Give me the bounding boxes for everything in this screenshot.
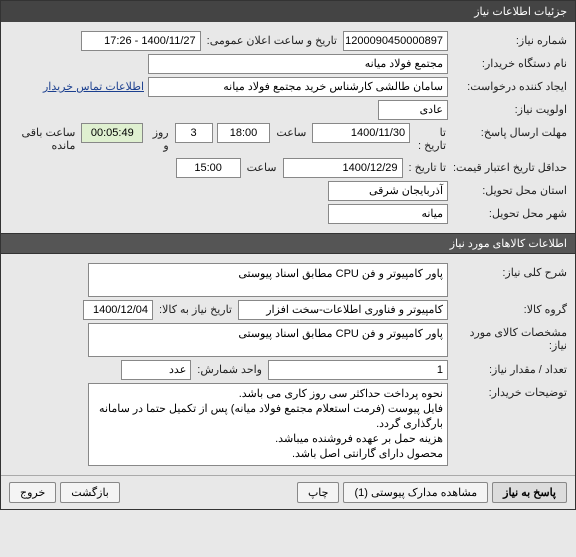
days-and-label: روز و (147, 123, 170, 155)
qty-label: تعداد / مقدار نیاز: (452, 360, 567, 376)
buyer-label: نام دستگاه خریدار: (452, 54, 567, 70)
need-number-label: شماره نیاز: (452, 31, 567, 47)
unit-value: عدد (121, 360, 191, 380)
desc-label: شرح کلی نیاز: (452, 263, 567, 279)
deadline-time-label: ساعت (274, 123, 308, 142)
notes-label: توضیحات خریدار: (452, 383, 567, 399)
validity-time-value: 15:00 (176, 158, 241, 178)
unit-label: واحد شمارش: (195, 360, 264, 379)
dialog-title: جزئیات اطلاعات نیاز (474, 6, 567, 18)
city-value: میانه (328, 204, 448, 224)
validity-time-label: ساعت (245, 158, 279, 177)
validity-date-value: 1400/12/29 (283, 158, 403, 178)
creator-label: ایجاد کننده درخواست: (452, 77, 567, 93)
buyer-value: مجتمع فولاد میانه (148, 54, 448, 74)
dialog-footer: پاسخ به نیاز مشاهده مدارک پیوستی (1) چاپ… (1, 475, 575, 509)
need-date-label: تاریخ نیاز به کالا: (157, 300, 234, 319)
respond-button[interactable]: پاسخ به نیاز (492, 482, 567, 503)
remaining-time-value: 00:05:49 (81, 123, 143, 143)
remaining-days-value: 3 (175, 123, 213, 143)
need-info-section: شماره نیاز: 1200090450000897 تاریخ و ساع… (1, 22, 575, 233)
priority-label: اولویت نیاز: (452, 100, 567, 116)
priority-value: عادی (378, 100, 448, 120)
validity-to-label: تا تاریخ : (407, 158, 448, 177)
province-value: آذربایجان شرقی (328, 181, 448, 201)
spec-label: مشخصات کالای مورد نیاز: (452, 323, 567, 352)
city-label: شهر محل تحویل: (452, 204, 567, 220)
announce-value: 1400/11/27 - 17:26 (81, 31, 201, 51)
qty-value: 1 (268, 360, 448, 380)
creator-value: سامان طالشی کارشناس خرید مجتمع فولاد میا… (148, 77, 448, 97)
buyer-contact-link[interactable]: اطلاعات تماس خریدار (43, 77, 144, 93)
validity-label: حداقل تاریخ اعتبار قیمت: (452, 158, 567, 174)
notes-value: نحوه پرداخت حداکثر سی روز کاری می باشد. … (88, 383, 448, 466)
need-number-value: 1200090450000897 (343, 31, 448, 51)
remaining-label: ساعت باقی مانده (9, 123, 77, 155)
print-button[interactable]: چاپ (297, 482, 340, 503)
group-label: گروه کالا: (452, 300, 567, 316)
desc-value: پاور کامپیوتر و فن CPU مطابق اسناد پیوست… (88, 263, 448, 297)
deadline-label: مهلت ارسال پاسخ: (452, 123, 567, 139)
attachments-button[interactable]: مشاهده مدارک پیوستی (1) (343, 482, 488, 503)
dialog-titlebar: جزئیات اطلاعات نیاز (1, 1, 575, 22)
group-value: کامپیوتر و فناوری اطلاعات-سخت افزار (238, 300, 448, 320)
announce-label: تاریخ و ساعت اعلان عمومی: (205, 31, 339, 50)
deadline-time-value: 18:00 (217, 123, 271, 143)
spec-value: پاور کامپیوتر و فن CPU مطابق اسناد پیوست… (88, 323, 448, 357)
deadline-to-label: تا تاریخ : (414, 123, 448, 155)
goods-section: شرح کلی نیاز: پاور کامپیوتر و فن CPU مطا… (1, 254, 575, 475)
province-label: استان محل تحویل: (452, 181, 567, 197)
need-date-value: 1400/12/04 (83, 300, 153, 320)
back-button[interactable]: بازگشت (60, 482, 120, 503)
deadline-date-value: 1400/11/30 (312, 123, 410, 143)
goods-section-header: اطلاعات کالاهای مورد نیاز (1, 233, 575, 254)
exit-button[interactable]: خروج (9, 482, 56, 503)
need-details-dialog: جزئیات اطلاعات نیاز شماره نیاز: 12000904… (0, 0, 576, 510)
